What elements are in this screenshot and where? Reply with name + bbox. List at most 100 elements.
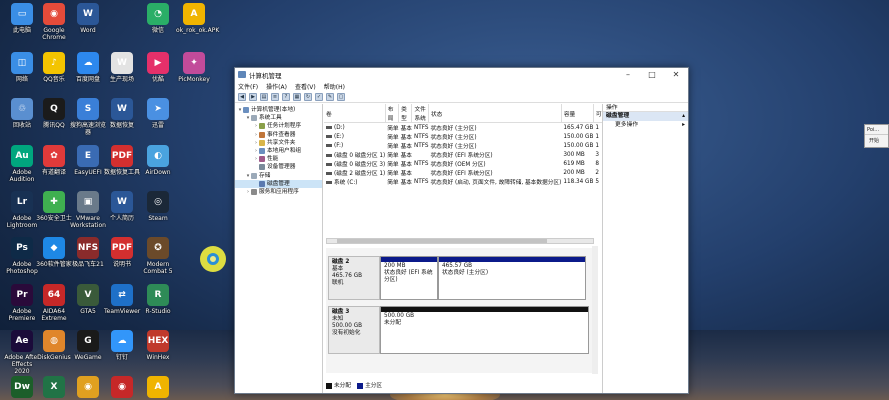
mini-dialog-start-button[interactable]: 开始 bbox=[865, 135, 888, 146]
table-row[interactable]: (D:) 简单 基本 NTFS 状态良好 (主分区) 165.47 GB 1 bbox=[324, 123, 602, 132]
col-status[interactable]: 状态 bbox=[428, 104, 562, 123]
desktop-icon[interactable]: ◍ DiskGenius bbox=[36, 330, 72, 361]
disk-row[interactable]: 磁盘 2 基本 465.76 GB 联机 200 MB 状态良好 (EFI 系统分区) 46… bbox=[328, 256, 590, 300]
desktop-icon[interactable]: V GTA5 bbox=[70, 284, 106, 315]
desktop-icon[interactable]: W 生产现场 bbox=[104, 52, 140, 83]
folder-icon[interactable]: ▤ bbox=[260, 92, 268, 101]
menu-file[interactable]: 文件(F) bbox=[238, 82, 258, 91]
col-filesystem[interactable]: 文件系统 bbox=[411, 104, 429, 123]
desktop-icon[interactable]: NFS 极品飞车21 bbox=[70, 237, 106, 268]
maximize-icon[interactable]: □ bbox=[640, 70, 664, 79]
disk-info[interactable]: 磁盘 3 未知 500.00 GB 没有初始化 bbox=[328, 306, 380, 354]
desktop-icon[interactable]: G WeGame bbox=[70, 330, 106, 361]
delete-icon[interactable]: ✎ bbox=[326, 92, 334, 101]
tree-item[interactable]: › 本地用户和组 bbox=[235, 147, 322, 155]
desktop-icon[interactable]: A bbox=[140, 376, 176, 400]
tree-item[interactable]: › 服务和应用程序 bbox=[235, 188, 322, 196]
table-row[interactable]: (E:) 简单 基本 NTFS 状态良好 (主分区) 150.00 GB 1 bbox=[324, 132, 602, 141]
desktop-icon[interactable]: S 搜狗高速浏览器 bbox=[70, 98, 106, 136]
desktop-icon[interactable]: ♲ 回收站 bbox=[4, 98, 40, 129]
desktop-icon[interactable]: Ae Adobe After Effects 2020 bbox=[4, 330, 40, 375]
desktop-icon[interactable]: ◉ Google Chrome bbox=[36, 3, 72, 41]
col-layout[interactable]: 布局 bbox=[385, 104, 400, 123]
desktop-icon[interactable]: ◆ 360软件管家 bbox=[36, 237, 72, 268]
desktop-icon[interactable]: E EasyUEFI bbox=[70, 145, 106, 176]
desktop-icon[interactable]: ◔ 微信 bbox=[140, 3, 176, 34]
menu-view[interactable]: 查看(V) bbox=[295, 82, 316, 91]
chevron-up-icon[interactable]: ▴ bbox=[682, 112, 688, 121]
menu-help[interactable]: 帮助(H) bbox=[324, 82, 345, 91]
desktop-icon[interactable]: ✿ 有道翻译 bbox=[36, 145, 72, 176]
desktop-icon[interactable]: ♪ QQ音乐 bbox=[36, 52, 72, 83]
col-capacity[interactable]: 容量 bbox=[561, 104, 594, 123]
partition-block[interactable]: 500.00 GB 未分配 bbox=[380, 306, 589, 354]
tree-item[interactable]: 磁盘管理 bbox=[235, 179, 322, 188]
properties-icon[interactable]: ▦ bbox=[293, 92, 301, 101]
desktop-icon[interactable]: Au Adobe Audition bbox=[4, 145, 40, 183]
desktop-icon[interactable]: ◉ bbox=[104, 376, 140, 400]
minimize-icon[interactable]: – bbox=[616, 70, 640, 79]
side-mini-dialog[interactable]: Poi... 开始 bbox=[864, 124, 889, 148]
desktop-icon[interactable]: 64 AIDA64 Extreme bbox=[36, 284, 72, 322]
table-row[interactable]: 系统 (C:) 简单 基本 NTFS 状态良好 (启动, 页面文件, 故障转储, 基本数… bbox=[324, 177, 602, 186]
disk-row[interactable]: 磁盘 3 未知 500.00 GB 没有初始化 500.00 GB 未分配 bbox=[328, 306, 590, 354]
col-type[interactable]: 类型 bbox=[398, 104, 413, 123]
tree-item[interactable]: ▾ 计算机管理(本地) bbox=[235, 106, 322, 114]
desktop-icon[interactable]: W 个人简历 bbox=[104, 191, 140, 222]
desktop-icon[interactable]: ☁ 钉钉 bbox=[104, 330, 140, 361]
tree-item[interactable]: › 性能 bbox=[235, 155, 322, 163]
horizontal-scrollbar[interactable] bbox=[326, 238, 594, 244]
desktop-icon[interactable]: X bbox=[36, 376, 72, 400]
table-row[interactable]: (F:) 简单 基本 NTFS 状态良好 (主分区) 150.00 GB 1 bbox=[324, 141, 602, 150]
desktop-icon[interactable]: ◎ Steam bbox=[140, 191, 176, 222]
tree-item[interactable]: › 共享文件夹 bbox=[235, 139, 322, 147]
back-icon[interactable]: ◀ bbox=[238, 92, 246, 101]
desktop-icon[interactable]: HEX WinHex bbox=[140, 330, 176, 361]
desktop-icon[interactable]: ▭ 此电脑 bbox=[4, 3, 40, 34]
desktop-icon[interactable]: ✦ PicMonkey bbox=[176, 52, 212, 83]
disk-info[interactable]: 磁盘 2 基本 465.76 GB 联机 bbox=[328, 256, 380, 300]
desktop-icon[interactable]: R R-Studio bbox=[140, 284, 176, 315]
desktop-icon[interactable]: Lr Adobe Lightroom bbox=[4, 191, 40, 229]
scrollbar-thumb[interactable] bbox=[337, 239, 547, 243]
close-icon[interactable]: ✕ bbox=[664, 70, 688, 79]
desktop-icon[interactable]: ◐ AirDown bbox=[140, 145, 176, 176]
desktop-icon[interactable]: Q 腾讯QQ bbox=[36, 98, 72, 129]
tree-item[interactable]: › 任务计划程序 bbox=[235, 122, 322, 130]
desktop-icon[interactable]: ▶ 优酷 bbox=[140, 52, 176, 83]
check-icon[interactable]: ✓ bbox=[315, 92, 323, 101]
col-volume[interactable]: 卷 bbox=[324, 104, 386, 123]
table-row[interactable]: (磁盘 0 磁盘分区 3) 简单 基本 NTFS 状态良好 (OEM 分区) 619 MB… bbox=[324, 159, 602, 168]
view-icon[interactable]: ▢ bbox=[337, 92, 345, 101]
vertical-scrollbar[interactable] bbox=[592, 246, 598, 374]
desktop-icon[interactable]: ▣ VMware Workstation bbox=[70, 191, 106, 229]
desktop-icon[interactable]: W Word bbox=[70, 3, 106, 34]
desktop-icon[interactable]: Aok_rok_ok.APK bbox=[176, 3, 219, 34]
desktop-icon[interactable]: ➤ 迅雷 bbox=[140, 98, 176, 129]
actions-section-disk-management[interactable]: 磁盘管理 ▴ bbox=[603, 112, 688, 121]
title-bar[interactable]: 计算机管理 – □ ✕ bbox=[235, 68, 688, 81]
partition-block[interactable]: 465.57 GB 状态良好 (主分区) bbox=[438, 256, 586, 300]
desktop-icon[interactable]: PDF 说明书 bbox=[104, 237, 140, 268]
desktop-icon[interactable]: Dw bbox=[4, 376, 40, 400]
refresh-icon[interactable]: ↻ bbox=[304, 92, 312, 101]
desktop-icon[interactable]: ✪ Modern Combat 5 bbox=[140, 237, 176, 275]
desktop-icon[interactable]: Pr Adobe Premiere bbox=[4, 284, 40, 322]
list-icon[interactable]: ≡ bbox=[271, 92, 279, 101]
col-free[interactable]: 可 bbox=[593, 104, 603, 123]
desktop-icon[interactable]: PDF 数据恢复工具 bbox=[104, 145, 140, 176]
tree-item[interactable]: ▾ 系统工具 bbox=[235, 114, 322, 122]
more-actions-item[interactable]: 更多操作 ▸ bbox=[603, 121, 688, 130]
tree-item[interactable]: 设备管理器 bbox=[235, 163, 322, 171]
table-row[interactable]: (磁盘 0 磁盘分区 1) 简单 基本 状态良好 (EFI 系统分区) 300 MB 3 bbox=[324, 150, 602, 159]
desktop-icon[interactable]: ◉ bbox=[70, 376, 106, 400]
desktop-icon[interactable]: ◫ 网络 bbox=[4, 52, 40, 83]
forward-icon[interactable]: ▶ bbox=[249, 92, 257, 101]
desktop-icon[interactable]: W 数据恢复 bbox=[104, 98, 140, 129]
desktop-icon[interactable]: ✚ 360安全卫士 bbox=[36, 191, 72, 222]
computer-management-window[interactable]: 计算机管理 – □ ✕ 文件(F) 操作(A) 查看(V) 帮助(H) ◀ ▶ … bbox=[234, 67, 689, 394]
tree-item[interactable]: › 事件查看器 bbox=[235, 131, 322, 139]
desktop-icon[interactable]: ☁ 百度网盘 bbox=[70, 52, 106, 83]
partition-block[interactable]: 200 MB 状态良好 (EFI 系统分区) bbox=[380, 256, 438, 300]
help-icon[interactable]: ? bbox=[282, 92, 290, 101]
